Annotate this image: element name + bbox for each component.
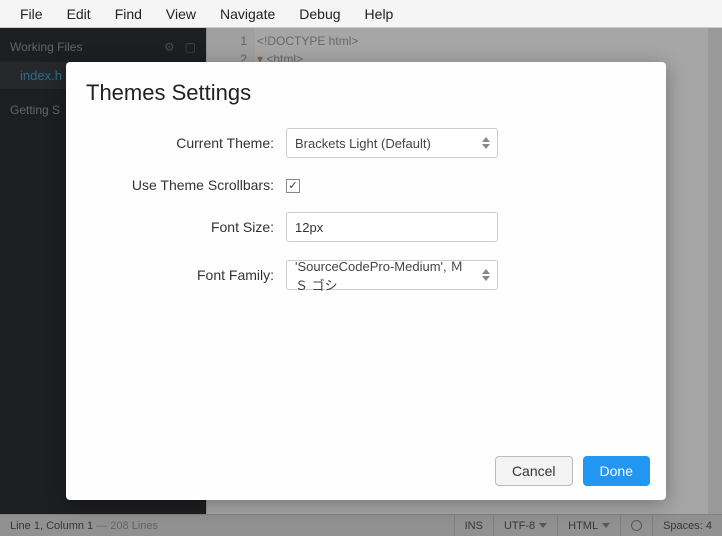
menu-view[interactable]: View — [154, 2, 208, 26]
font-family-label: Font Family: — [86, 267, 286, 283]
font-size-label: Font Size: — [86, 219, 286, 235]
cancel-button[interactable]: Cancel — [495, 456, 573, 486]
row-current-theme: Current Theme: Brackets Light (Default) — [86, 128, 566, 158]
scrollbars-label: Use Theme Scrollbars: — [86, 177, 286, 193]
menu-help[interactable]: Help — [353, 2, 406, 26]
font-family-value: 'SourceCodePro-Medium', ＭＳ ゴシ — [286, 260, 498, 290]
spinner-icon — [478, 131, 494, 155]
menu-debug[interactable]: Debug — [287, 2, 352, 26]
spinner-icon — [478, 263, 494, 287]
dialog-title: Themes Settings — [66, 62, 666, 118]
current-theme-value: Brackets Light (Default) — [286, 128, 498, 158]
menubar: File Edit Find View Navigate Debug Help — [0, 0, 722, 28]
row-font-size: Font Size: — [86, 212, 566, 242]
menu-find[interactable]: Find — [103, 2, 154, 26]
row-scrollbars: Use Theme Scrollbars: ✓ — [86, 176, 566, 194]
current-theme-label: Current Theme: — [86, 135, 286, 151]
dialog-form: Current Theme: Brackets Light (Default) … — [66, 118, 666, 318]
menu-edit[interactable]: Edit — [55, 2, 103, 26]
row-font-family: Font Family: 'SourceCodePro-Medium', ＭＳ … — [86, 260, 566, 290]
dialog-footer: Cancel Done — [66, 442, 666, 500]
font-family-select[interactable]: 'SourceCodePro-Medium', ＭＳ ゴシ — [286, 260, 498, 290]
current-theme-select[interactable]: Brackets Light (Default) — [286, 128, 498, 158]
menu-navigate[interactable]: Navigate — [208, 2, 287, 26]
themes-settings-dialog: Themes Settings Current Theme: Brackets … — [66, 62, 666, 500]
scrollbars-checkbox[interactable]: ✓ — [286, 179, 300, 193]
font-size-input[interactable] — [286, 212, 498, 242]
menu-file[interactable]: File — [8, 2, 55, 26]
done-button[interactable]: Done — [583, 456, 650, 486]
